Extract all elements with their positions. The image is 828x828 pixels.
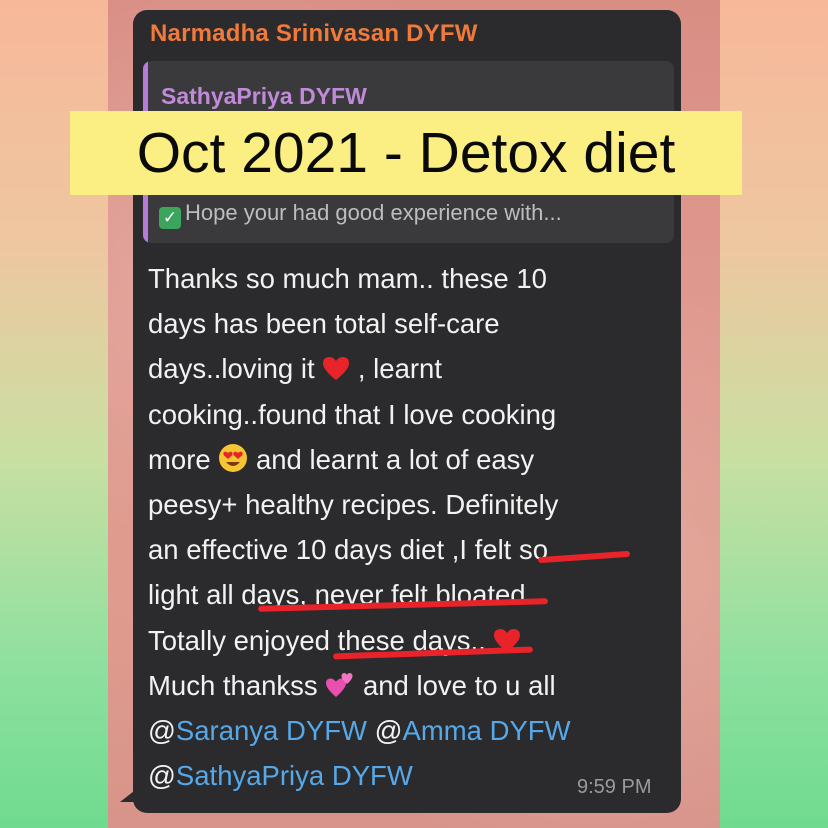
message-line: cooking..found that I love cooking [148,398,557,430]
message-line: light all days, never felt bloated .. [148,579,549,611]
message-segment: more [148,443,211,475]
message-segment: Much thankss [148,669,318,701]
title-banner: Oct 2021 - Detox diet [70,111,742,195]
mention-link[interactable]: Saranya DYFW [176,715,367,746]
at-sign: @ [148,760,176,792]
message-segment: and love to u all [362,669,556,701]
quote-text: ✓ Hope your had good experience with... [159,200,669,229]
message-line: an effective 10 days diet ,I felt so [148,534,549,566]
at-sign: @ [148,714,176,746]
message-segment: , learnt [357,353,442,385]
mention-line: @Saranya DYFW @Amma DYFW [148,708,668,753]
message-segment: days..loving it [148,353,315,385]
message-text: Thanks so much mam.. these 10 days has b… [148,256,668,798]
red-heart-icon [493,622,521,667]
mention-link[interactable]: SathyaPriya DYFW [176,760,413,791]
message-line: more and learnt a lot of easy [148,437,668,482]
quote-text-content: Hope your had good experience with... [185,200,562,225]
message-line: days has been total self-care [148,308,500,340]
message-line: Much thankss and love to u all [148,663,668,708]
red-heart-icon [322,350,350,395]
sender-name[interactable]: Narmadha Srinivasan DYFW [150,20,478,48]
message-line: days..loving it , learnt [148,346,668,391]
mention-link[interactable]: Amma DYFW [403,715,571,746]
message-segment: and learnt a lot of easy [255,443,535,475]
message-line: peesy+ healthy recipes. Definitely [148,488,559,520]
message-line: Thanks so much mam.. these 10 [148,263,547,294]
at-sign: @ [374,714,403,746]
quote-author: SathyaPriya DYFW [161,83,367,109]
check-mark-icon: ✓ [159,207,181,229]
two-hearts-icon [325,667,355,712]
message-timestamp: 9:59 PM [577,776,652,798]
heart-eyes-emoji-icon [218,441,248,486]
